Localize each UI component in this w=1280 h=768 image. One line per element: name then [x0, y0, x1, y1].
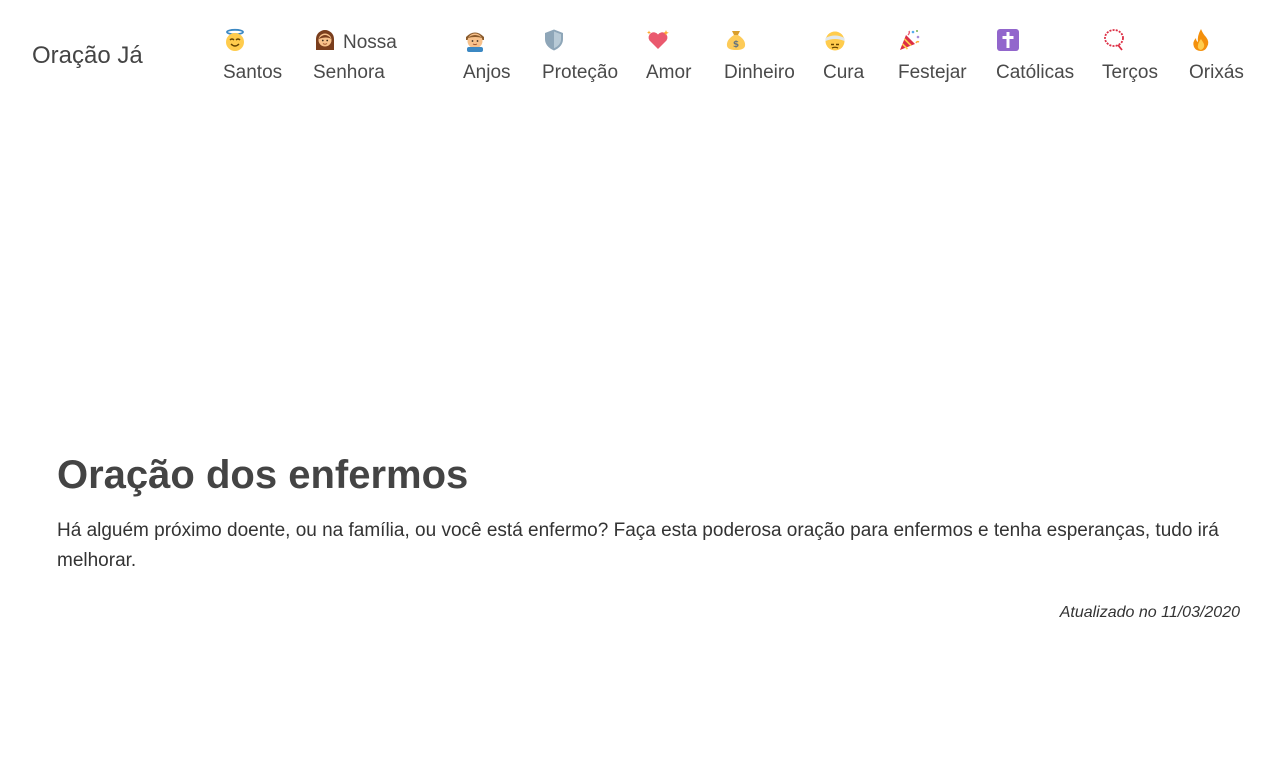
nav-label-senhora: Senhora: [313, 62, 385, 83]
updated-date: Atualizado no 11/03/2020: [1059, 604, 1240, 621]
svg-text:$: $: [733, 40, 739, 50]
nav-label-amor: Amor: [646, 62, 692, 83]
nav-item-cura[interactable]: Cura: [823, 28, 864, 88]
nav-label-santos: Santos: [223, 62, 283, 83]
nav-item-santos[interactable]: Santos: [223, 28, 282, 88]
article-intro: Oração dos enfermos Há alguém próximo do…: [57, 452, 1242, 622]
nav-item-dinheiro[interactable]: $ Dinheiro: [724, 28, 795, 88]
fire-icon: [1189, 28, 1213, 52]
nav-item-protecao[interactable]: Proteção: [542, 28, 618, 88]
sparkling-heart-icon: [646, 28, 670, 52]
latin-cross-icon: [996, 28, 1020, 52]
nav-item-catolicas[interactable]: Católicas: [996, 28, 1074, 88]
money-bag-icon: $: [724, 28, 748, 52]
head-bandage-icon: [823, 28, 847, 52]
baby-angel-icon: [463, 28, 487, 52]
site-logo-link[interactable]: Oração Já: [32, 42, 143, 70]
nav-item-orixas[interactable]: Orixás: [1189, 28, 1244, 88]
nav-label-festejar: Festejar: [898, 62, 967, 83]
nav-label-orixas: Orixás: [1189, 62, 1244, 83]
nav-item-tercos[interactable]: Terços: [1102, 28, 1158, 88]
nav-label-cura: Cura: [823, 62, 865, 83]
nav-label-protecao: Proteção: [542, 62, 619, 83]
nav-item-festejar[interactable]: Festejar: [898, 28, 967, 88]
page-title: Oração dos enfermos: [57, 453, 469, 497]
nav-label-tercos: Terços: [1102, 62, 1158, 83]
woman-icon: [313, 28, 337, 52]
nav-label-catolicas: Católicas: [996, 62, 1075, 83]
rosary-icon: [1102, 28, 1126, 52]
nav-item-anjos[interactable]: Anjos: [463, 28, 511, 88]
nav-label-anjos: Anjos: [463, 62, 511, 83]
party-popper-icon: [898, 28, 922, 52]
shield-icon: [542, 28, 566, 52]
nav-label-nossa: Nossa: [343, 32, 397, 53]
nav-item-amor[interactable]: Amor: [646, 28, 691, 88]
angel-halo-icon: [223, 28, 247, 52]
nav-item-nossa-senhora[interactable]: Nossa Senhora: [313, 28, 397, 88]
site-header: Oração Já Santos Nossa Senhora Anjos Pro…: [0, 0, 1280, 100]
nav-label-dinheiro: Dinheiro: [724, 62, 795, 83]
page-description: Há alguém próximo doente, ou na família,…: [57, 520, 1219, 571]
